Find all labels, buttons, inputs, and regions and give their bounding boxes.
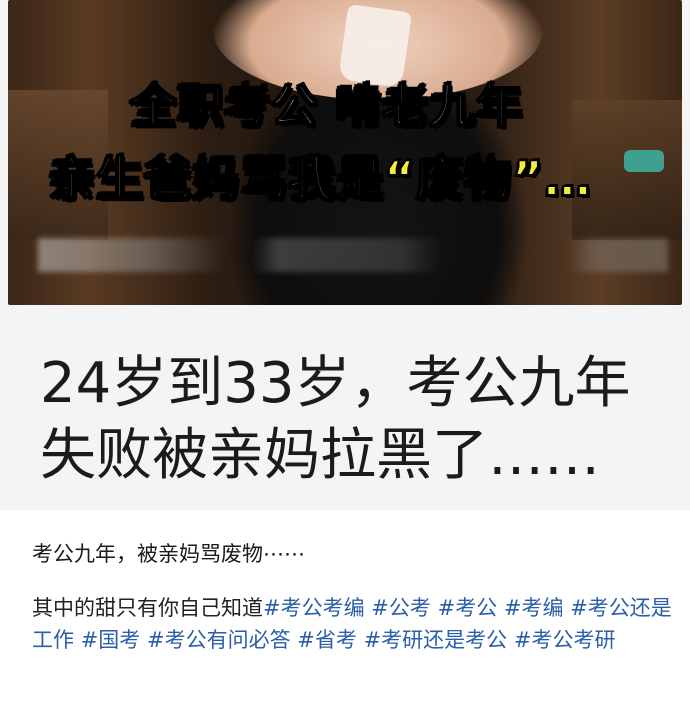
cover-caption-line-1: 全职考公 啃老九年 [129, 78, 524, 134]
cover-caption-line-2: 亲生爸妈骂我是“废物”… [47, 151, 592, 208]
hashtag[interactable]: #国考 [81, 628, 141, 652]
cover-headline-line-1: 24岁到33岁，考公九年 [40, 351, 631, 416]
cover-image[interactable]: 全职考公 啃老九年 亲生爸妈骂我是“废物”… 24岁到33岁，考公九年 失败被亲… [0, 0, 690, 510]
post-body: 其中的甜只有你自己知道#考公考编 #公考 #考公 #考编 #考公还是工作 #国考… [32, 592, 672, 656]
hashtag[interactable]: #考研还是考公 [364, 628, 508, 652]
background-object [624, 150, 664, 172]
hashtag[interactable]: #考公考编 [263, 596, 365, 620]
hashtag[interactable]: #考公 [438, 596, 498, 620]
post-title: 考公九年，被亲妈骂废物⋯⋯ [32, 542, 305, 566]
hashtag[interactable]: #公考 [371, 596, 431, 620]
hashtag[interactable]: #考公考研 [514, 628, 616, 652]
blurred-caption [38, 238, 668, 272]
hashtag[interactable]: #考编 [504, 596, 564, 620]
post-body-lead: 其中的甜只有你自己知道 [32, 596, 263, 620]
hashtag[interactable]: #省考 [297, 628, 357, 652]
hashtag[interactable]: #考公有问必答 [147, 628, 291, 652]
post-card: 全职考公 啃老九年 亲生爸妈骂我是“废物”… 24岁到33岁，考公九年 失败被亲… [0, 0, 690, 718]
cover-headline-line-2: 失败被亲妈拉黑了…… [40, 423, 600, 488]
